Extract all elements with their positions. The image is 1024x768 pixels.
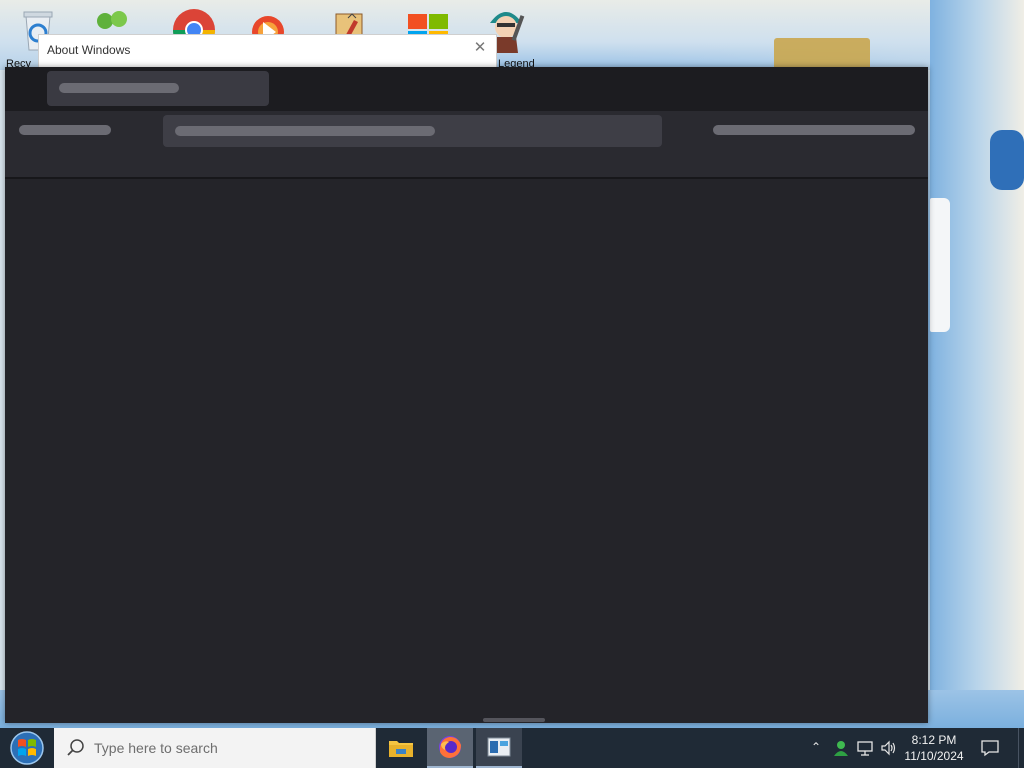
start-button[interactable] [0,728,54,768]
search-icon [67,739,84,756]
window-app-icon [487,737,511,757]
toolbar-right-placeholder [713,125,915,135]
network-icon[interactable] [856,739,874,757]
clock-time: 8:12 PM [911,733,957,747]
windows-orb-icon [10,731,44,765]
app-content-area [5,181,928,723]
folder-icon [389,741,413,757]
user-tray-icon[interactable] [832,739,850,757]
wallpaper-right [930,0,1024,728]
action-center-button[interactable] [970,728,1010,768]
app-window[interactable] [5,67,928,723]
app-tab[interactable] [47,71,269,106]
show-desktop-button[interactable] [1018,728,1024,768]
taskbar-file-explorer[interactable] [378,728,424,768]
tab-title-placeholder [59,83,179,93]
close-icon[interactable]: ✕ [472,40,488,56]
show-hidden-icons-chevron[interactable]: ⌃ [808,740,824,756]
taskbar: Type here to search ⌃ 8:12 PM 11/10/2024 [0,728,1024,768]
firefox-icon [439,736,461,758]
taskbar-clock[interactable]: 8:12 PM 11/10/2024 [898,731,970,765]
taskbar-app-window[interactable] [476,728,522,768]
app-titlebar[interactable] [5,67,928,111]
about-windows-dialog[interactable]: About Windows ✕ [38,34,497,68]
taskbar-search-box[interactable]: Type here to search [54,728,376,768]
taskbar-firefox[interactable] [427,728,473,768]
desktop-folder-icon[interactable] [774,38,870,68]
resize-handle[interactable] [483,718,545,722]
notification-icon [981,740,999,757]
wallpaper-logo-fragment [930,198,950,332]
app-toolbar [5,111,928,179]
search-placeholder: Type here to search [94,740,218,756]
wallpaper-shape [990,130,1024,190]
address-placeholder [175,126,435,136]
volume-icon[interactable] [880,739,898,757]
address-bar[interactable] [163,115,662,147]
about-windows-title: About Windows [47,43,131,57]
clock-date: 11/10/2024 [904,749,964,763]
toolbar-left-placeholder [19,125,111,135]
